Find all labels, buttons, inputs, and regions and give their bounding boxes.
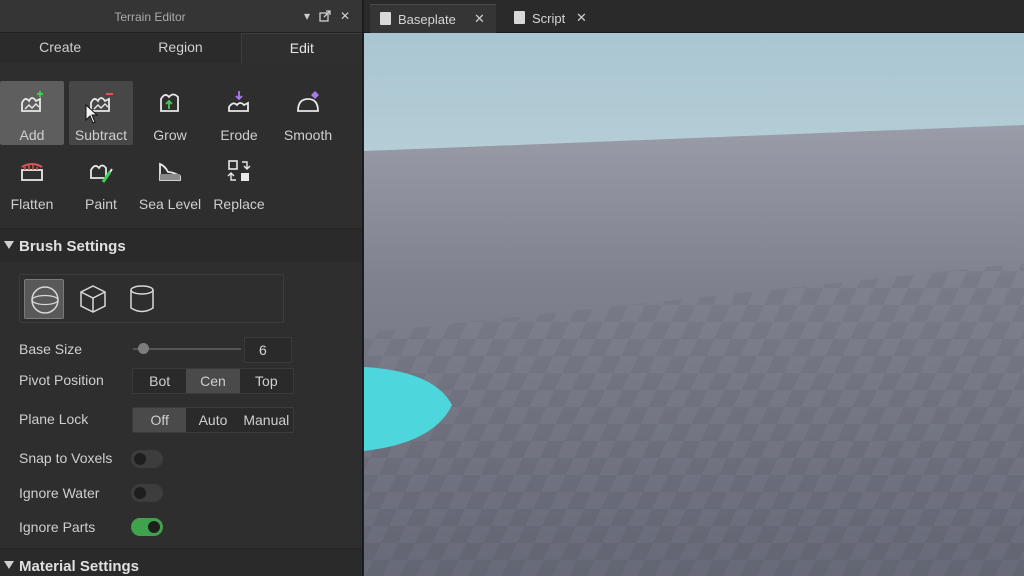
section-title: Material Settings: [19, 558, 140, 575]
base-size-label: Base Size: [19, 341, 83, 357]
plane-lock-option-manual[interactable]: Manual: [240, 408, 293, 432]
plane-lock-option-off[interactable]: Off: [133, 408, 187, 432]
cube-shape-button[interactable]: [73, 279, 113, 319]
tool-label: Smooth: [283, 127, 333, 143]
terrain-smooth-icon: [297, 91, 319, 112]
tool-add[interactable]: Add: [0, 81, 64, 145]
tool-replace[interactable]: Replace: [207, 150, 271, 214]
script-file-icon: [514, 11, 525, 24]
ignore-water-toggle[interactable]: [131, 484, 163, 502]
ignore-parts-toggle[interactable]: [131, 518, 163, 536]
terrain-grow-icon: [160, 93, 179, 112]
undock-icon[interactable]: [318, 9, 332, 23]
snap-to-voxels-toggle[interactable]: [131, 450, 163, 468]
sphere-shape-button[interactable]: [24, 279, 64, 319]
close-icon[interactable]: ✕: [338, 9, 352, 23]
tab-label: Script: [532, 11, 566, 26]
pivot-position-label: Pivot Position: [19, 372, 104, 388]
chevron-down-icon[interactable]: ▾: [300, 9, 314, 23]
panel-title: Terrain Editor: [114, 10, 186, 24]
terrain-paint-icon: [90, 164, 113, 183]
tool-subtract[interactable]: Subtract: [69, 81, 133, 145]
mode-tabs: Create Region Edit: [0, 33, 362, 63]
replace-icon: [227, 160, 251, 181]
tab-script[interactable]: Script ✕: [504, 4, 602, 33]
tool-grow[interactable]: Grow: [138, 81, 202, 145]
plane-lock-option-auto[interactable]: Auto: [186, 408, 239, 432]
snap-to-voxels-label: Snap to Voxels: [19, 450, 113, 466]
place-file-icon: [380, 12, 391, 25]
brush-shape-selector: [19, 274, 284, 323]
tool-sea-level[interactable]: Sea Level: [138, 150, 202, 214]
pivot-option-top[interactable]: Top: [240, 369, 293, 393]
sea-level-icon: [159, 162, 181, 181]
collapse-triangle-icon: [4, 241, 14, 249]
tool-smooth[interactable]: Smooth: [276, 81, 340, 145]
pivot-position-selector: Bot Cen Top: [132, 368, 294, 394]
tool-flatten[interactable]: Flatten: [0, 150, 64, 214]
terrain-add-icon: [21, 91, 43, 112]
pivot-option-bot[interactable]: Bot: [133, 369, 186, 393]
slider-track: [133, 348, 241, 350]
ignore-water-label: Ignore Water: [19, 485, 100, 501]
section-title: Brush Settings: [19, 238, 126, 255]
scene: [364, 33, 1024, 576]
tab-region[interactable]: Region: [120, 33, 240, 63]
tool-erode[interactable]: Erode: [207, 81, 271, 145]
cube-shape-icon: [80, 285, 106, 313]
tab-create[interactable]: Create: [0, 33, 120, 63]
ignore-parts-label: Ignore Parts: [19, 519, 96, 535]
tab-label: Baseplate: [398, 12, 456, 27]
cylinder-shape-button[interactable]: [122, 279, 162, 319]
slider-thumb[interactable]: [137, 343, 149, 354]
base-size-slider[interactable]: [133, 340, 241, 358]
tool-paint[interactable]: Paint: [69, 150, 133, 214]
tab-edit[interactable]: Edit: [240, 33, 362, 63]
material-settings-header[interactable]: Material Settings: [0, 548, 362, 576]
cylinder-shape-icon: [130, 285, 154, 313]
plane-lock-selector: Off Auto Manual: [132, 407, 294, 433]
plane-lock-label: Plane Lock: [19, 411, 89, 427]
pivot-option-cen[interactable]: Cen: [186, 369, 240, 393]
document-tab-bar: Baseplate ✕ Script ✕: [364, 0, 1024, 33]
terrain-editor-panel: Terrain Editor ▾ ✕ Create Region Edit Ad…: [0, 0, 363, 576]
tab-baseplate[interactable]: Baseplate ✕: [370, 4, 496, 33]
panel-header: Terrain Editor ▾ ✕: [0, 0, 362, 33]
terrain-erode-icon: [228, 91, 249, 112]
mouse-cursor-icon: [85, 104, 99, 124]
base-size-input[interactable]: 6: [244, 337, 292, 363]
close-tab-icon[interactable]: ✕: [474, 11, 485, 27]
terrain-flatten-icon: [21, 163, 43, 181]
brush-settings-header[interactable]: Brush Settings: [0, 228, 362, 262]
tool-label: Replace: [213, 196, 265, 212]
sphere-shape-icon: [31, 286, 59, 314]
3d-viewport[interactable]: [364, 33, 1024, 576]
collapse-triangle-icon: [4, 561, 14, 569]
close-tab-icon[interactable]: ✕: [576, 10, 587, 26]
